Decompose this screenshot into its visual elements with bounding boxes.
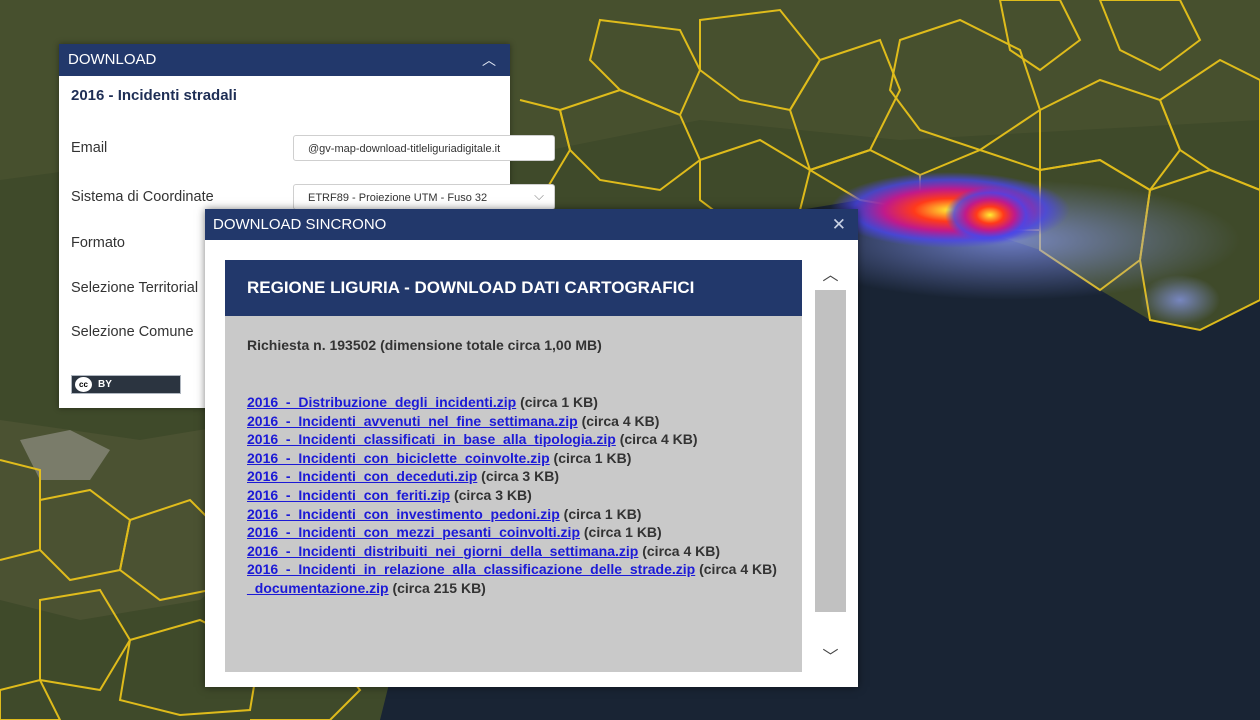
file-size: (circa 4 KB): [638, 542, 721, 559]
file-download-link[interactable]: 2016_-_Incidenti_classificati_in_base_al…: [247, 431, 616, 447]
file-download-link[interactable]: 2016_-_Incidenti_in_relazione_alla_class…: [247, 561, 695, 577]
file-size: (circa 215 KB): [388, 579, 486, 596]
file-download-link[interactable]: 2016_-_Incidenti_avvenuti_nel_fine_setti…: [247, 413, 578, 429]
scrollbar[interactable]: ︿ ﹀: [815, 260, 846, 672]
sync-dialog-header: DOWNLOAD SINCRONO ✕: [205, 209, 858, 240]
file-size: (circa 4 KB): [615, 431, 698, 448]
file-size: (circa 3 KB): [477, 468, 559, 485]
file-download-link[interactable]: 2016_-_Distribuzione_degli_incidenti.zip: [247, 394, 516, 410]
sync-dialog-title: DOWNLOAD SINCRONO: [213, 216, 387, 233]
crs-label: Sistema di Coordinate: [71, 189, 214, 205]
file-list-item: 2016_-_Incidenti_in_relazione_alla_class…: [247, 560, 787, 579]
file-size: (circa 1 KB): [516, 394, 598, 410]
email-field[interactable]: @gv-map-download-titleliguriadigitale.it: [293, 135, 555, 161]
license-by-label: BY: [98, 379, 112, 390]
file-download-link[interactable]: 2016_-_Incidenti_con_mezzi_pesanti_coinv…: [247, 524, 580, 540]
cc-license-badge[interactable]: cc BY: [71, 375, 181, 394]
scrollbar-thumb[interactable]: [815, 290, 846, 612]
chevron-up-icon[interactable]: ︿: [482, 44, 496, 76]
email-label: Email: [71, 140, 108, 156]
file-size: (circa 1 KB): [559, 505, 642, 522]
territory-label: Selezione Territorial: [71, 280, 199, 296]
file-download-link[interactable]: 2016_-_Incidenti_con_investimento_pedoni…: [247, 506, 560, 522]
crs-select[interactable]: ETRF89 - Proiezione UTM - Fuso 32: [293, 184, 555, 210]
file-list-item: 2016_-_Incidenti_con_investimento_pedoni…: [247, 505, 787, 524]
dataset-title: 2016 - Incidenti stradali: [71, 87, 237, 104]
download-panel-title: DOWNLOAD: [68, 51, 157, 68]
close-icon[interactable]: ✕: [832, 209, 846, 240]
file-list: 2016_-_Distribuzione_degli_incidenti.zip…: [247, 393, 787, 598]
download-panel-header: DOWNLOAD ︿: [59, 44, 510, 76]
file-download-link[interactable]: 2016_-_Incidenti_distribuiti_nei_giorni_…: [247, 543, 638, 559]
file-list-item: 2016_-_Incidenti_con_deceduti.zip (circa…: [247, 467, 787, 486]
cc-icon: cc: [75, 377, 92, 392]
file-size: (circa 1 KB): [549, 449, 632, 466]
sync-download-dialog: DOWNLOAD SINCRONO ✕ REGIONE LIGURIA - DO…: [205, 209, 858, 687]
file-download-link[interactable]: _documentazione.zip: [247, 580, 389, 596]
file-size: (circa 3 KB): [450, 486, 532, 503]
region-banner: REGIONE LIGURIA - DOWNLOAD DATI CARTOGRA…: [225, 260, 802, 316]
file-list-item: 2016_-_Incidenti_con_mezzi_pesanti_coinv…: [247, 523, 787, 542]
file-download-link[interactable]: 2016_-_Incidenti_con_feriti.zip: [247, 487, 450, 503]
download-content: REGIONE LIGURIA - DOWNLOAD DATI CARTOGRA…: [225, 260, 802, 672]
file-list-item: 2016_-_Incidenti_con_feriti.zip (circa 3…: [247, 486, 787, 505]
file-list-item: 2016_-_Incidenti_classificati_in_base_al…: [247, 430, 787, 449]
file-download-link[interactable]: 2016_-_Incidenti_con_deceduti.zip: [247, 468, 477, 484]
file-list-item: 2016_-_Incidenti_con_biciclette_coinvolt…: [247, 449, 787, 468]
file-size: (circa 4 KB): [695, 561, 777, 578]
file-list-item: 2016_-_Incidenti_avvenuti_nel_fine_setti…: [247, 412, 787, 431]
file-download-link[interactable]: 2016_-_Incidenti_con_biciclette_coinvolt…: [247, 450, 550, 466]
chevron-up-icon[interactable]: ︿: [815, 264, 846, 288]
file-size: (circa 4 KB): [577, 412, 660, 429]
file-size: (circa 1 KB): [580, 524, 662, 541]
file-list-item: 2016_-_Distribuzione_degli_incidenti.zip…: [247, 393, 787, 412]
file-list-item: 2016_-_Incidenti_distribuiti_nei_giorni_…: [247, 542, 787, 561]
file-list-item: _documentazione.zip (circa 215 KB): [247, 579, 787, 598]
format-label: Formato: [71, 235, 125, 251]
chevron-down-icon[interactable]: ﹀: [815, 646, 846, 670]
crs-select-value: ETRF89 - Proiezione UTM - Fuso 32: [308, 192, 488, 204]
request-info: Richiesta n. 193502 (dimensione totale c…: [247, 337, 602, 353]
comune-label: Selezione Comune: [71, 324, 194, 340]
